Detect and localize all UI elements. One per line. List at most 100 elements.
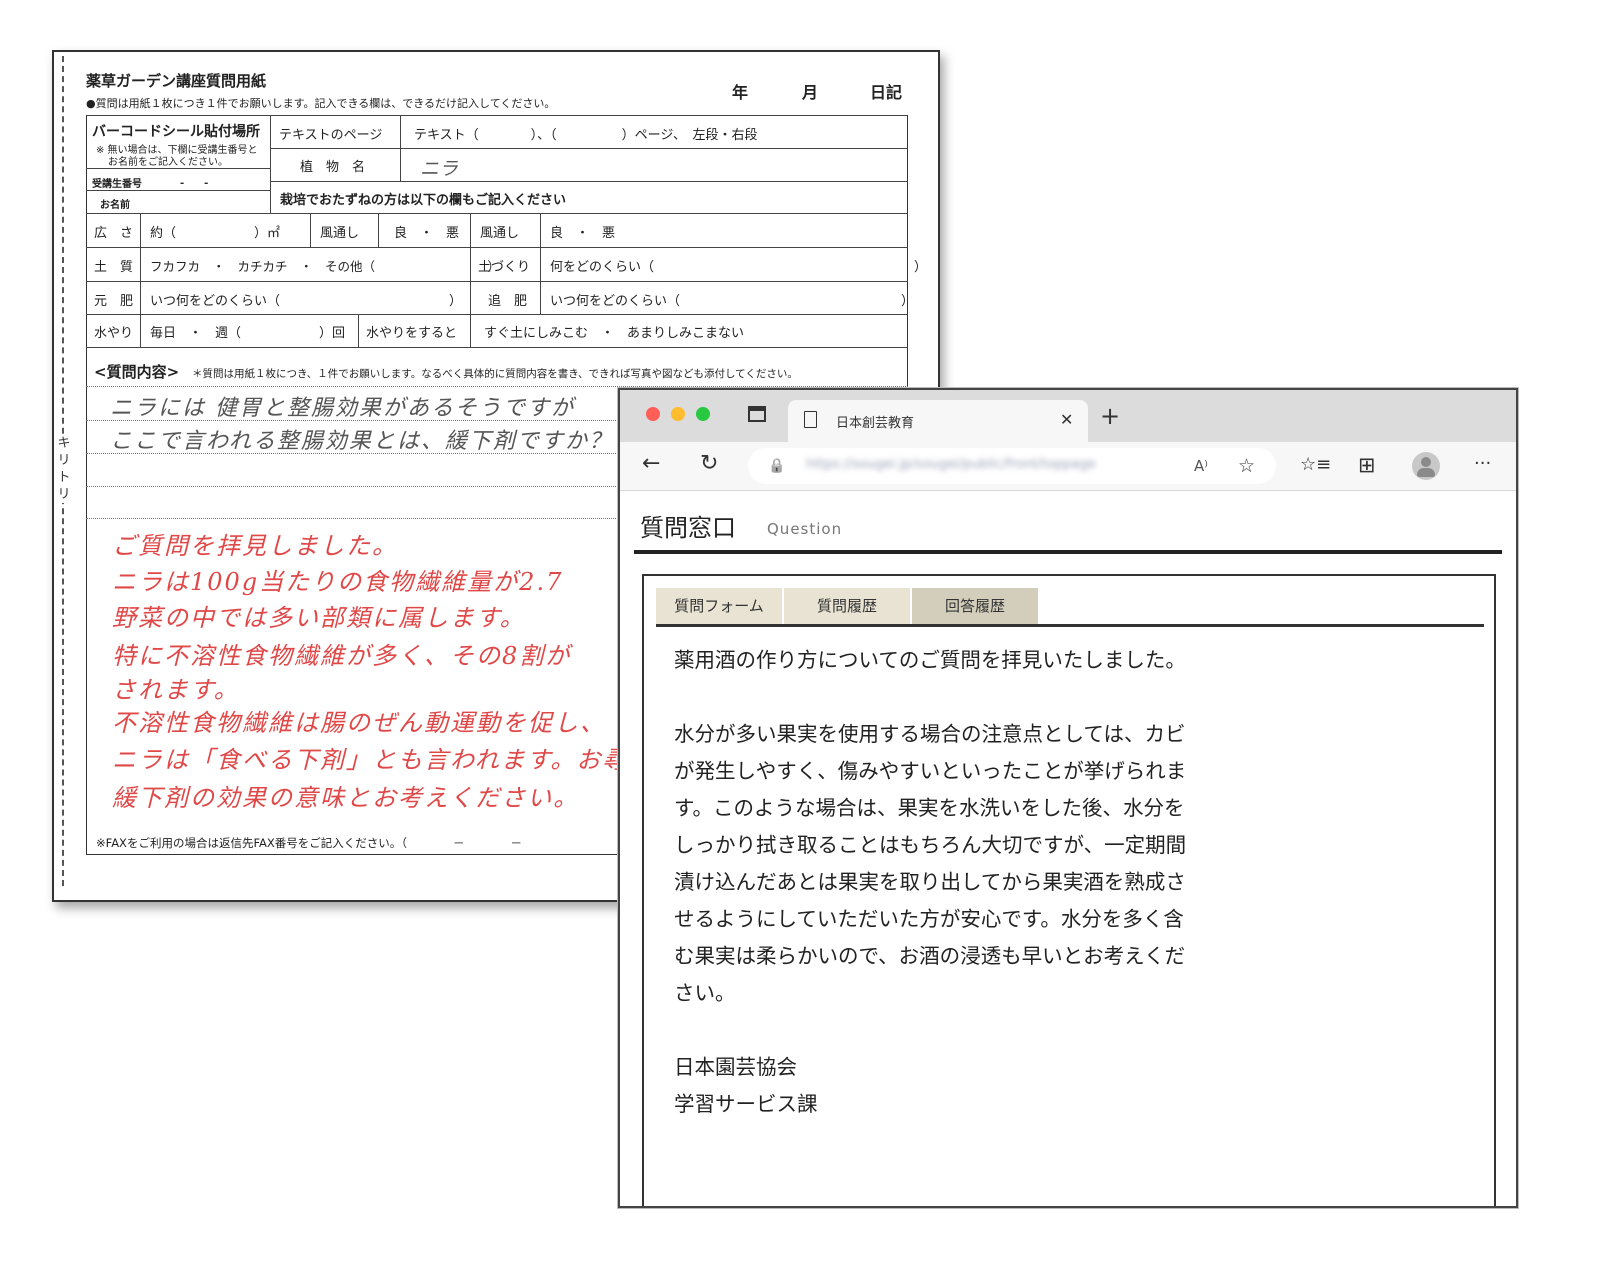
fax-note: ※FAXをご利用の場合は返信先FAX番号をご記入ください。（ － －	[96, 836, 522, 850]
watering-value: 毎日 ・ 週（ ）回	[150, 326, 346, 341]
address-bar[interactable]: 🔒 https://sougei.jp/sougei/public/front/…	[748, 448, 1276, 484]
barcode-label: バーコードシール貼付場所	[92, 124, 260, 140]
date-year: 年	[732, 83, 749, 102]
browser-tab[interactable]: 日本創芸教育 ✕	[788, 400, 1088, 442]
url-text: https://sougei.jp/sougei/public/front/to…	[806, 457, 1096, 472]
browser-window: 日本創芸教育 ✕ + ← ↻ 🔒 https://sougei.jp/souge…	[618, 388, 1518, 1208]
grid-line	[310, 213, 311, 247]
area-label: 広 さ	[94, 226, 134, 241]
red-answer-line: ご質問を拝見しました。	[112, 532, 398, 560]
grid-line	[86, 213, 908, 214]
form-instruction: ●質問は用紙１枚につき１件でお願いします。記入できる欄は、できるだけ記入してくだ…	[86, 97, 556, 110]
watering-result-label: 水やりをすると	[366, 326, 458, 341]
profile-head-icon	[1421, 457, 1431, 467]
soil-value: フカフカ ・ カチカチ ・ その他（ ）	[150, 259, 501, 274]
minimize-window-button[interactable]	[671, 407, 685, 421]
profile-avatar[interactable]	[1412, 452, 1440, 480]
collections-icon[interactable]: ⊞	[1358, 455, 1376, 476]
ventilation-label-2: 風通し	[480, 226, 520, 241]
top-dressing-value: いつ何をどのくらい（ ）	[550, 294, 915, 309]
grid-line	[270, 181, 908, 182]
maximize-window-button[interactable]	[696, 407, 710, 421]
form-title: 薬草ガーデン講座質問用紙	[86, 72, 267, 90]
red-answer-line: 野菜の中では多い部類に属します。	[112, 604, 526, 632]
close-window-button[interactable]	[646, 407, 660, 421]
page-title: 質問窓口	[640, 514, 736, 542]
ventilation-value: 良 ・ 悪	[394, 226, 460, 241]
barcode-note: お名前をご記入ください。	[108, 157, 228, 168]
watering-result-value: すぐ土にしみこむ ・ あまりしみこまない	[484, 326, 745, 341]
handwritten-question-line: ニラには 健胃と整腸効果があるそうですが	[110, 396, 575, 421]
cut-label: キリトリ	[56, 435, 72, 503]
lock-icon[interactable]: 🔒	[768, 456, 785, 476]
profile-body-icon	[1417, 468, 1435, 477]
red-answer-line: ニラは「食べる下剤」とも言われます。お尋ねの	[112, 746, 681, 774]
tab-question-history[interactable]: 質問履歴	[784, 588, 910, 624]
tab-title: 日本創芸教育	[836, 416, 915, 431]
answer-body: 薬用酒の作り方についてのご質問を拝見いたしました。 水分が多い果実を使用する場合…	[674, 642, 1194, 1123]
tab-actions-icon[interactable]	[748, 406, 766, 422]
grid-line	[358, 314, 359, 347]
cultivation-note: 栽培でおたずねの方は以下の欄もご記入ください	[280, 193, 567, 208]
soil-label: 土 質	[94, 260, 134, 275]
question-heading: <質問内容>	[94, 363, 180, 381]
date-day: 日記	[870, 83, 903, 102]
student-number-value: - -	[180, 178, 209, 189]
back-icon[interactable]: ←	[642, 453, 660, 475]
student-number-label: 受講生番号	[92, 179, 142, 190]
grid-line	[86, 347, 908, 348]
close-tab-icon[interactable]: ✕	[1060, 410, 1073, 430]
soil-prep-value: 何をどのくらい（ ）	[550, 260, 928, 275]
favorites-icon[interactable]: ☆≡	[1300, 455, 1331, 475]
red-answer-line: ニラは100g当たりの食物繊維量が2.7	[112, 568, 564, 596]
name-label: お名前	[100, 200, 130, 211]
grid-line	[378, 213, 379, 247]
grid-line	[400, 115, 401, 181]
grid-line	[270, 148, 908, 149]
handwritten-question-line: ここで言われる整腸効果とは、緩下剤ですか？ 下	[110, 429, 646, 454]
top-dressing-label: 追 肥	[488, 294, 528, 309]
text-page-label: テキストのページ	[279, 128, 383, 143]
panel-tabs: 質問フォーム 質問履歴 回答履歴	[656, 588, 1484, 627]
grid-line	[86, 247, 908, 248]
area-value: 約（ ）㎡	[150, 226, 281, 241]
watering-label: 水やり	[94, 326, 134, 341]
grid-line	[86, 168, 270, 169]
answer-paragraph: 薬用酒の作り方についてのご質問を拝見いたしました。	[674, 648, 1186, 672]
read-aloud-icon[interactable]: A⁾	[1194, 456, 1208, 476]
reload-icon[interactable]: ↻	[700, 453, 718, 475]
soil-prep-label: 土づくり	[478, 260, 531, 275]
ventilation-value-2: 良 ・ 悪	[550, 226, 616, 241]
question-note: ＊質問は用紙１枚につき、１件でお願いします。なるべく具体的に質問内容を書き、でき…	[192, 368, 798, 380]
tab-question-form[interactable]: 質問フォーム	[656, 588, 782, 624]
signature-department: 学習サービス課	[674, 1092, 818, 1116]
more-menu-icon[interactable]: ···	[1474, 454, 1491, 474]
grid-line	[140, 213, 141, 347]
plant-name-value: ニラ	[420, 158, 459, 180]
page-icon	[804, 411, 817, 428]
grid-line	[540, 213, 541, 314]
answer-panel: 質問フォーム 質問履歴 回答履歴 薬用酒の作り方についてのご質問を拝見いたしまし…	[642, 574, 1496, 1206]
dotted-line	[86, 386, 908, 387]
grid-line	[86, 281, 908, 282]
signature-organization: 日本園芸協会	[674, 1055, 797, 1079]
plant-name-label: 植 物 名	[300, 160, 366, 175]
browser-toolbar: ← ↻ 🔒 https://sougei.jp/sougei/public/fr…	[620, 442, 1516, 491]
grid-line	[86, 314, 908, 315]
red-answer-line: 特に不溶性食物繊維が多く、その8割が	[112, 642, 572, 670]
red-answer-line: 不溶性食物繊維は腸のぜん動運動を促し、	[112, 709, 606, 737]
grid-line	[470, 314, 471, 347]
tab-answer-history[interactable]: 回答履歴	[912, 588, 1038, 624]
title-bar: 日本創芸教育 ✕ +	[620, 390, 1516, 442]
date-month: 月	[802, 83, 819, 102]
answer-paragraph: 水分が多い果実を使用する場合の注意点としては、カビが発生しやすく、傷みやすいとい…	[674, 722, 1187, 1005]
base-fertilizer-label: 元 肥	[94, 294, 134, 309]
ventilation-label: 風通し	[320, 226, 360, 241]
grid-line	[86, 190, 270, 191]
add-favorite-icon[interactable]: ☆	[1238, 456, 1255, 476]
title-divider	[634, 550, 1502, 554]
new-tab-icon[interactable]: +	[1100, 404, 1120, 428]
red-answer-line: されます。	[112, 676, 240, 704]
grid-line	[86, 115, 908, 116]
red-answer-line: 緩下剤の効果の意味とお考えください。	[112, 784, 580, 812]
